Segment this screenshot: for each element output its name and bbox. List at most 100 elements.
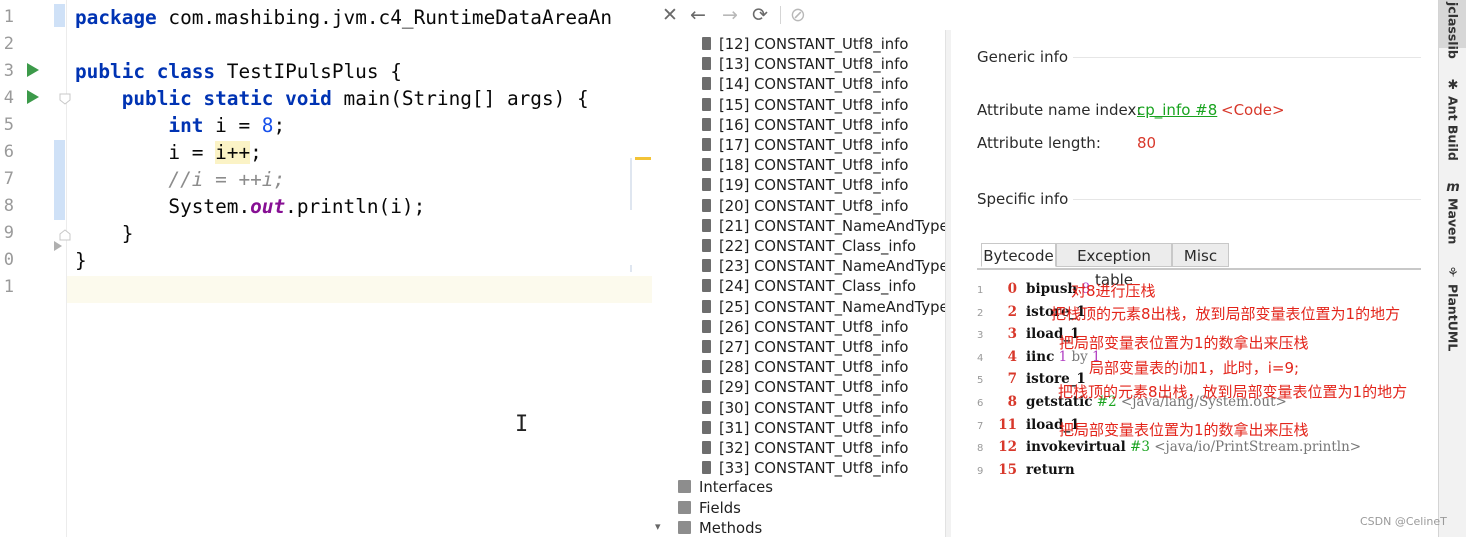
forward-arrow-icon[interactable]: → — [722, 3, 738, 27]
tree-item-constant[interactable]: [32] CONSTANT_Utf8_info — [702, 439, 908, 459]
code-token: int — [75, 114, 216, 137]
line-number: 7 — [3, 169, 14, 189]
tree-item-fields[interactable]: Fields — [678, 499, 741, 519]
tree-item-methods[interactable]: Methods — [678, 519, 762, 537]
bytecode-operand[interactable]: #3 — [1126, 439, 1150, 455]
class-structure-tree[interactable]: [12] CONSTANT_Utf8_info [13] CONSTANT_Utf… — [652, 30, 946, 537]
bytecode-offset: 4 — [1007, 348, 1017, 365]
tool-window-label: PlantUML — [1445, 284, 1461, 352]
plantuml-icon: ⚘ — [1447, 266, 1459, 281]
code-token: 8 — [261, 114, 274, 137]
file-icon — [702, 279, 711, 293]
bytecode-opcode: iinc — [1026, 348, 1055, 365]
bytecode-offset: 12 — [998, 439, 1017, 456]
tree-item-constant[interactable]: [24] CONSTANT_Class_info — [702, 277, 916, 297]
tree-item-constant[interactable]: [33] CONSTANT_Utf8_info — [702, 459, 908, 479]
tree-item-constant[interactable]: [28] CONSTANT_Utf8_info — [702, 358, 908, 378]
tool-window-label: jclasslib — [1445, 2, 1461, 59]
chevron-down-icon[interactable]: ▾ — [655, 520, 661, 533]
file-icon — [702, 319, 711, 333]
tree-item-constant[interactable]: [27] CONSTANT_Utf8_info — [702, 338, 908, 358]
code-line[interactable]: public class TestIPulsPlus { — [75, 58, 402, 85]
tree-item-constant[interactable]: [17] CONSTANT_Utf8_info — [702, 136, 908, 156]
bytecode-offset: 3 — [1007, 326, 1017, 343]
tree-item-constant[interactable]: [26] CONSTANT_Utf8_info — [702, 318, 908, 338]
tree-item-constant[interactable]: [21] CONSTANT_NameAndType_ — [702, 217, 946, 237]
tree-item-constant[interactable]: [20] CONSTANT_Utf8_info — [702, 197, 908, 217]
annotation-note: 对8进行压栈 — [1071, 282, 1156, 300]
annotation-note: 局部变量表的i加1，此时，i=9; — [1089, 359, 1300, 377]
code-token: public class — [75, 60, 227, 83]
warning-marker[interactable] — [635, 157, 651, 160]
code-line[interactable]: public static void main(String[] args) { — [75, 85, 589, 112]
close-icon[interactable]: ✕ — [662, 3, 678, 27]
tree-item-constant[interactable]: [25] CONSTANT_NameAndType_ — [702, 298, 946, 318]
code-token: System. — [75, 195, 251, 218]
browser-icon[interactable]: ⊘ — [790, 3, 806, 27]
tree-item-constant[interactable]: [18] CONSTANT_Utf8_info — [702, 156, 908, 176]
tab-bytecode[interactable]: Bytecode — [981, 243, 1056, 267]
tree-item-constant[interactable]: [30] CONSTANT_Utf8_info — [702, 399, 908, 419]
attribute-name-link[interactable]: cp_info #8 — [1137, 101, 1217, 119]
code-line[interactable]: System.out.println(i); — [75, 193, 425, 220]
collapse-arrow-icon[interactable] — [53, 240, 63, 252]
tree-item-constant[interactable]: [29] CONSTANT_Utf8_info — [702, 378, 908, 398]
code-line[interactable]: i = i++; — [75, 139, 262, 166]
bytecode-offset: 8 — [1007, 394, 1017, 410]
tool-window-plantuml[interactable]: ⚘ PlantUML — [1439, 266, 1466, 355]
code-line[interactable]: } — [75, 247, 87, 274]
code-token: public static void — [75, 87, 344, 110]
attribute-detail: Generic info Attribute name index: cp_in… — [951, 30, 1438, 537]
code-editor[interactable]: 1 2 3 4 5 6 7 8 9 0 1 package com.mashibing.jvm.c4… — [0, 0, 652, 537]
code-token: ; — [250, 141, 262, 164]
file-icon — [702, 360, 711, 374]
tool-window-maven[interactable]: m Maven — [1439, 180, 1466, 248]
code-line[interactable]: } — [75, 220, 134, 247]
tool-window-ant-build[interactable]: ✱ Ant Build — [1439, 78, 1466, 165]
bytecode-line-index: 6 — [977, 398, 984, 409]
tree-item-label: [26] CONSTANT_Utf8_info — [719, 318, 909, 336]
tree-item-constant[interactable]: [12] CONSTANT_Utf8_info — [702, 35, 908, 55]
tree-item-label: [24] CONSTANT_Class_info — [719, 278, 917, 296]
tree-item-constant[interactable]: [31] CONSTANT_Utf8_info — [702, 419, 908, 439]
tree-item-label: [22] CONSTANT_Class_info — [719, 238, 917, 255]
tab-misc[interactable]: Misc — [1172, 243, 1229, 267]
code-line[interactable]: package com.mashibing.jvm.c4_RuntimeData… — [75, 4, 612, 31]
tree-item-constant[interactable]: [16] CONSTANT_Utf8_info — [702, 116, 908, 136]
tree-item-label: Fields — [699, 499, 741, 517]
bytecode-line-index: 1 — [977, 285, 984, 296]
scroll-marker — [630, 158, 632, 210]
fold-icon[interactable] — [58, 92, 72, 106]
text-cursor-icon: I — [515, 412, 529, 437]
run-main-icon[interactable] — [27, 90, 39, 104]
back-arrow-icon[interactable]: ← — [690, 3, 706, 27]
tree-item-label: [23] CONSTANT_NameAndType_ — [719, 258, 946, 276]
code-token: //i = ++i; — [75, 168, 286, 191]
bytecode-row[interactable]: 9 15 return — [977, 459, 1075, 481]
ant-build-icon: ✱ — [1447, 78, 1459, 93]
tree-item-label: [19] CONSTANT_Utf8_info — [719, 177, 909, 195]
code-token: out — [250, 195, 286, 218]
bytecode-line-index: 8 — [977, 443, 984, 455]
code-line[interactable]: int i = 8; — [75, 112, 285, 139]
change-marker — [54, 140, 65, 220]
tab-exception-table[interactable]: Exception table — [1056, 243, 1172, 289]
refresh-icon[interactable]: ⟳ — [752, 3, 768, 27]
tree-item-constant[interactable]: [14] CONSTANT_Utf8_info — [702, 75, 908, 95]
run-class-icon[interactable] — [27, 63, 39, 77]
line-number: 6 — [3, 142, 14, 162]
tree-item-interfaces[interactable]: Interfaces — [678, 478, 773, 498]
tree-item-label: Interfaces — [699, 479, 773, 497]
attribute-name-label: Attribute name index: — [977, 101, 1142, 119]
bytecode-operand: <java/io/PrintStream.println> — [1149, 439, 1362, 456]
tree-item-constant[interactable]: [15] CONSTANT_Utf8_info — [702, 96, 908, 116]
tree-item-constant[interactable]: [19] CONSTANT_Utf8_info — [702, 176, 908, 196]
scroll-marker — [630, 265, 632, 272]
tree-item-label: [16] CONSTANT_Utf8_info — [719, 116, 909, 134]
tree-item-constant[interactable]: [23] CONSTANT_NameAndType_ — [702, 257, 946, 277]
tree-item-constant[interactable]: [22] CONSTANT_Class_info — [702, 237, 916, 257]
tool-window-label: Maven — [1445, 198, 1461, 245]
code-line[interactable]: //i = ++i; — [75, 166, 285, 193]
tree-item-constant[interactable]: [13] CONSTANT_Utf8_info — [702, 55, 908, 75]
tool-window-jclasslib[interactable]: jclasslib — [1439, 2, 1466, 63]
